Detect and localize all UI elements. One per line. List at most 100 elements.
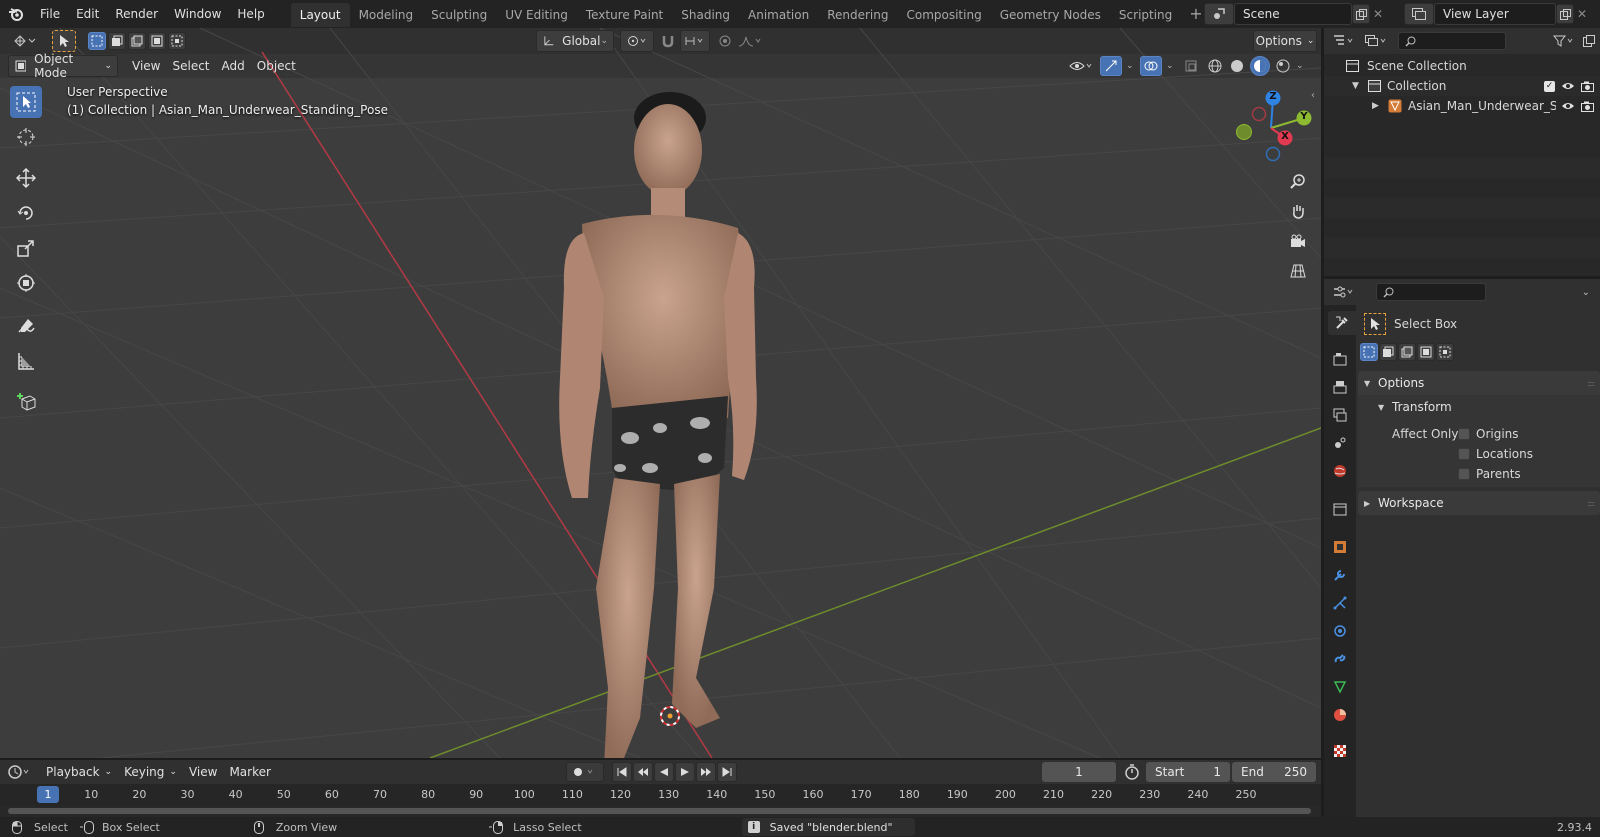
annotate-tool-icon[interactable] — [10, 310, 42, 342]
data-mesh-tab-icon[interactable] — [1328, 675, 1352, 699]
filter-icon[interactable] — [1550, 35, 1578, 47]
jump-to-keyframe-back-icon[interactable] — [633, 762, 653, 782]
transform-orientation-dropdown[interactable]: Global ⌄ — [536, 30, 614, 52]
tab-rendering[interactable]: Rendering — [818, 3, 897, 27]
delete-view-layer-icon[interactable]: ✕ — [1574, 7, 1590, 21]
frame-ruler[interactable]: 1 10 20 30 40 50 60 70 80 90 100 110 120 130 140 150 16… — [0, 784, 1321, 806]
tab-compositing[interactable]: Compositing — [897, 3, 990, 27]
menu-edit[interactable]: Edit — [68, 0, 107, 28]
scene-type-icon[interactable] — [1204, 3, 1234, 25]
view-layer-type-icon[interactable] — [1404, 3, 1434, 25]
collection-tab-icon[interactable] — [1328, 497, 1352, 521]
jump-to-end-icon[interactable] — [717, 762, 737, 782]
new-view-layer-icon[interactable] — [1556, 4, 1574, 24]
xray-toggle-icon[interactable] — [1180, 60, 1202, 72]
status-report[interactable]: i Saved "blender.blend" — [741, 818, 915, 836]
timeline-scrollbar[interactable] — [8, 808, 1311, 814]
delete-scene-icon[interactable]: ✕ — [1370, 7, 1386, 21]
end-frame-field[interactable]: End 250 — [1232, 762, 1316, 782]
render-camera-icon[interactable] — [1581, 81, 1594, 92]
viewport-scene[interactable] — [0, 28, 1321, 758]
current-frame-marker[interactable]: 1 — [37, 786, 59, 803]
mode-dropdown[interactable]: Object Mode ⌄ — [8, 52, 118, 80]
selection-mode-subtract-icon[interactable] — [1398, 343, 1416, 361]
shading-solid-icon[interactable] — [1228, 59, 1246, 73]
menu-timeline-view[interactable]: View — [183, 761, 223, 783]
overlays-dropdown-chevron-icon[interactable]: ⌄ — [1166, 61, 1176, 71]
new-collection-icon[interactable] — [1578, 35, 1600, 47]
jump-to-keyframe-forward-icon[interactable] — [696, 762, 716, 782]
options-panel-header[interactable]: ▼ Options :::: — [1358, 371, 1600, 395]
origins-checkbox[interactable] — [1458, 428, 1470, 440]
snap-target-dropdown[interactable] — [680, 30, 710, 52]
selection-mode-new-icon[interactable] — [88, 32, 106, 50]
object-tab-icon[interactable] — [1328, 535, 1352, 559]
auto-keying-button[interactable] — [566, 762, 604, 782]
pivot-point-dropdown[interactable] — [620, 30, 654, 52]
proportional-edit-icon[interactable] — [716, 32, 734, 50]
play-reverse-icon[interactable] — [654, 762, 674, 782]
parents-checkbox[interactable] — [1458, 468, 1470, 480]
render-camera-icon[interactable] — [1581, 101, 1594, 112]
add-cube-tool-icon[interactable] — [10, 386, 42, 418]
shading-material-preview-icon[interactable] — [1250, 56, 1270, 76]
active-tool-icon[interactable] — [52, 30, 76, 52]
transform-subpanel-header[interactable]: ▼ Transform — [1358, 395, 1600, 419]
gizmo-toggle-icon[interactable] — [1100, 56, 1122, 76]
gizmo-dropdown-chevron-icon[interactable]: ⌄ — [1126, 61, 1136, 71]
character-model[interactable] — [559, 92, 757, 758]
blender-logo-icon[interactable] — [0, 0, 32, 28]
rotate-tool-icon[interactable] — [10, 197, 42, 229]
menu-window[interactable]: Window — [166, 0, 229, 28]
modifier-wrench-icon[interactable] — [1328, 563, 1352, 587]
world-tab-icon[interactable] — [1328, 459, 1352, 483]
parents-checkbox-row[interactable]: Parents — [1458, 467, 1521, 481]
snap-toggle-icon[interactable] — [658, 32, 678, 50]
selection-mode-invert-icon[interactable] — [148, 32, 166, 50]
properties-search-input[interactable] — [1376, 283, 1486, 301]
scene-tab-icon[interactable] — [1328, 431, 1352, 455]
tab-modeling[interactable]: Modeling — [350, 3, 423, 27]
tab-shading[interactable]: Shading — [672, 3, 739, 27]
shading-rendered-icon[interactable] — [1274, 59, 1292, 73]
locations-checkbox[interactable] — [1458, 448, 1470, 460]
outliner-search-input[interactable] — [1398, 32, 1506, 50]
selection-mode-extend-icon[interactable] — [1379, 343, 1397, 361]
play-icon[interactable] — [675, 762, 695, 782]
scene-collection-row[interactable]: Scene Collection — [1324, 56, 1600, 76]
visibility-eye-icon[interactable] — [1561, 81, 1575, 91]
menu-help[interactable]: Help — [229, 0, 272, 28]
collection-expand-arrow-icon[interactable]: ▼ — [1352, 81, 1368, 91]
chevron-down-icon[interactable]: ⌄ — [1582, 287, 1590, 298]
menu-view[interactable]: View — [126, 55, 166, 77]
cursor-tool-icon[interactable] — [10, 121, 42, 153]
selection-mode-subtract-icon[interactable] — [128, 32, 146, 50]
selection-mode-intersect-icon[interactable] — [168, 32, 186, 50]
exclude-checkbox-icon[interactable]: ✓ — [1544, 80, 1555, 92]
move-tool-icon[interactable] — [10, 162, 42, 194]
menu-object[interactable]: Object — [251, 55, 302, 77]
new-scene-icon[interactable] — [1352, 4, 1370, 24]
sidebar-toggle-chevron-icon[interactable]: ‹ — [1311, 90, 1315, 101]
tab-sculpting[interactable]: Sculpting — [422, 3, 496, 27]
tool-tab-icon[interactable] — [1328, 311, 1356, 335]
properties-editor-type-icon[interactable] — [1328, 285, 1360, 299]
menu-keying[interactable]: Keying ⌄ — [118, 761, 183, 783]
tab-texture-paint[interactable]: Texture Paint — [577, 3, 672, 27]
outliner-editor-type-icon[interactable] — [1328, 35, 1360, 47]
selection-mode-intersect-icon[interactable] — [1436, 343, 1454, 361]
overlays-toggle-icon[interactable] — [1140, 56, 1162, 76]
pan-hand-icon[interactable] — [1285, 198, 1311, 224]
scene-name-field[interactable]: Scene — [1234, 3, 1352, 25]
menu-playback[interactable]: Playback ⌄ — [40, 761, 118, 783]
tab-uv-editing[interactable]: UV Editing — [496, 3, 577, 27]
drag-handle-icon[interactable]: :::: — [1587, 379, 1595, 388]
view-layer-selector[interactable]: View Layer ✕ — [1404, 3, 1598, 25]
physics-tab-icon[interactable] — [1328, 619, 1352, 643]
output-tab-icon[interactable] — [1328, 375, 1352, 399]
view-layer-name-field[interactable]: View Layer — [1434, 3, 1556, 25]
tab-geometry-nodes[interactable]: Geometry Nodes — [991, 3, 1110, 27]
display-mode-icon[interactable] — [1360, 35, 1392, 47]
preview-range-stopwatch-icon[interactable] — [1124, 764, 1140, 780]
tab-layout[interactable]: Layout — [290, 3, 350, 27]
